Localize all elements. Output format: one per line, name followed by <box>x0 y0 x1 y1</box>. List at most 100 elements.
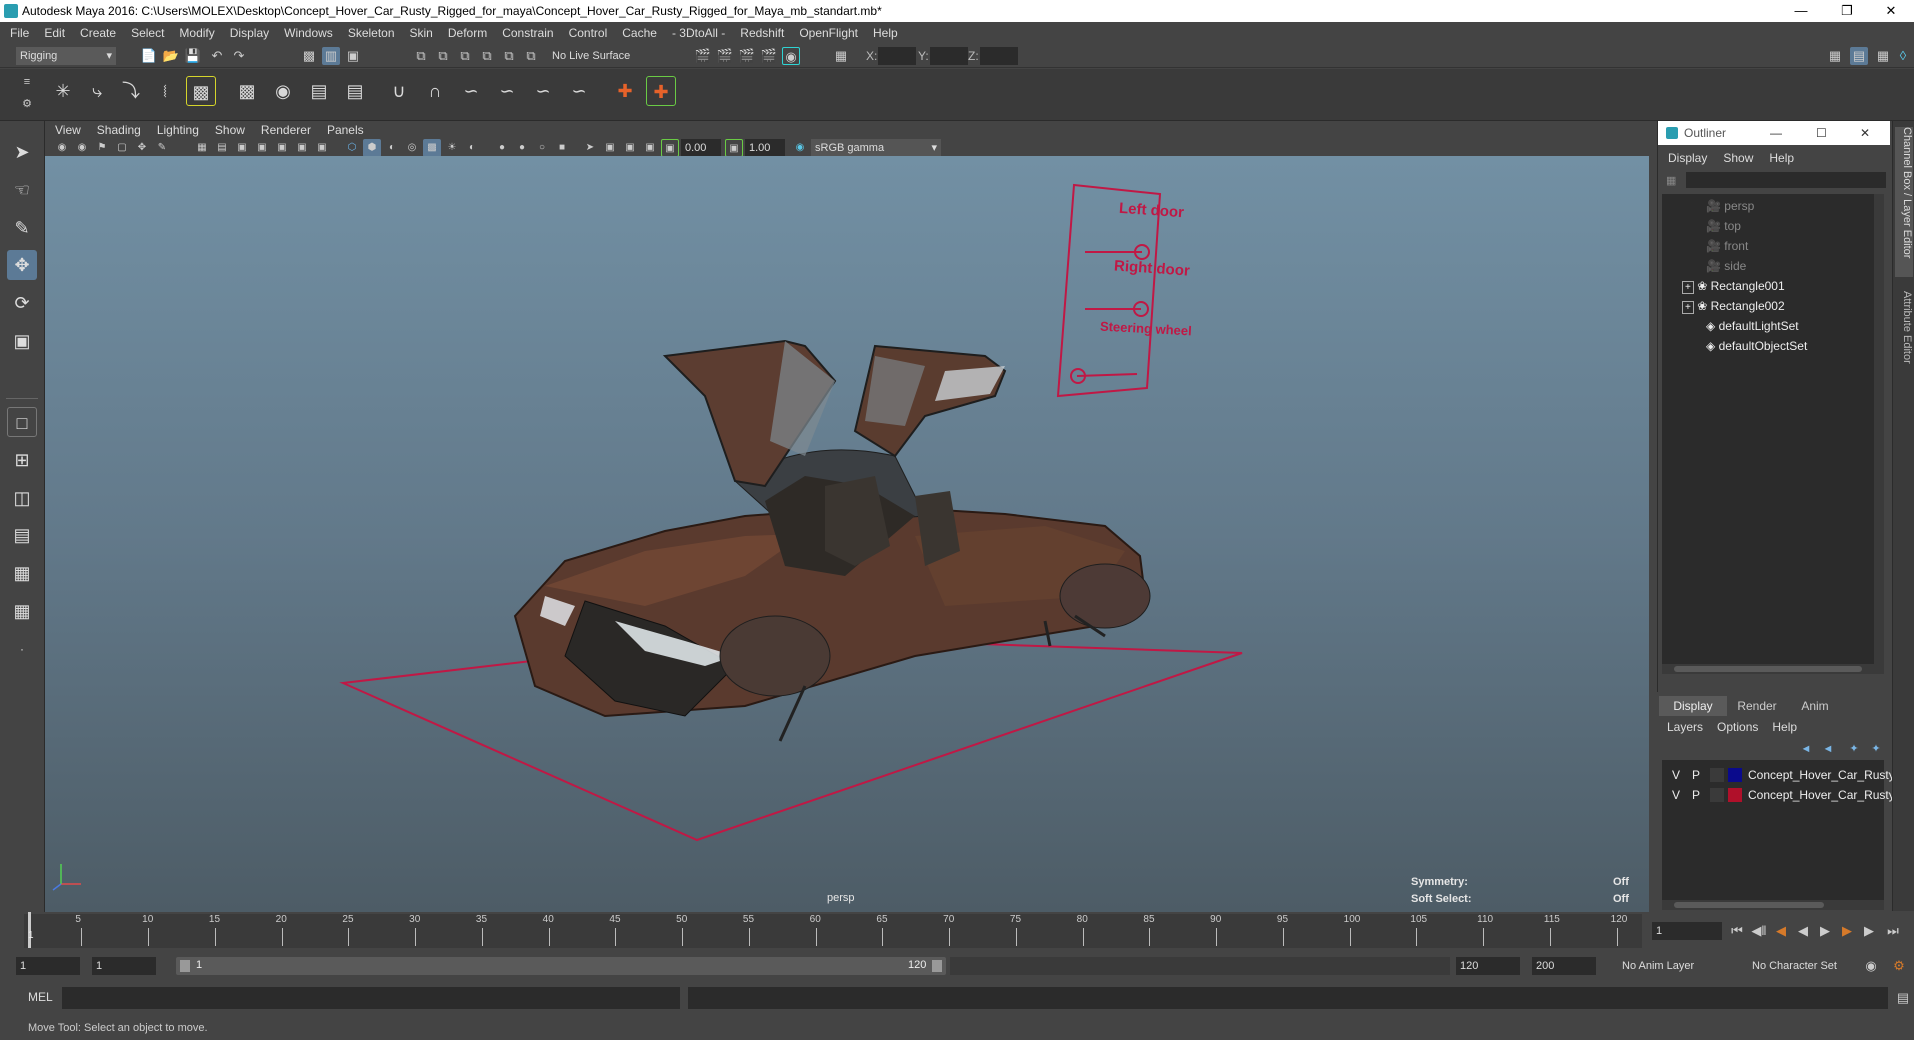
outliner-item-side[interactable]: 🎥 side <box>1706 256 1746 276</box>
bookmark-icon[interactable]: ⚑ <box>93 139 111 157</box>
shelf-settings-icon[interactable]: ⚙ <box>18 95 36 113</box>
insert-joint-icon[interactable]: ⧙ <box>150 76 180 106</box>
layer-row[interactable]: V P Concept_Hover_Car_Rusty_ <box>1662 786 1901 806</box>
outliner-close-button[interactable]: ✕ <box>1860 121 1870 145</box>
outliner-menu-show[interactable]: Show <box>1723 151 1753 165</box>
playback-start-field[interactable]: 1 <box>92 957 156 975</box>
safe-action-icon[interactable]: ▣ <box>293 139 311 157</box>
aim-constraint-icon[interactable]: ∩ <box>420 76 450 106</box>
hypershade-icon[interactable]: 🎬 <box>760 47 778 65</box>
layer-playback-toggle[interactable]: P <box>1692 768 1700 782</box>
menu-openflight[interactable]: OpenFlight <box>799 26 858 40</box>
resolution-gate-icon[interactable]: ▣ <box>233 139 251 157</box>
expand-icon[interactable]: + <box>1682 281 1694 294</box>
bind-skin-icon[interactable]: ▩ <box>186 76 216 106</box>
animation-start-field[interactable]: 1 <box>16 957 80 975</box>
xform-icon[interactable]: ▦ <box>832 47 850 65</box>
outliner-item-persp[interactable]: 🎥 persp <box>1706 196 1754 216</box>
cluster-icon[interactable]: ▩ <box>232 76 262 106</box>
ik-spline-icon[interactable]: ⤵ <box>116 76 146 106</box>
modeling-toolkit-icon[interactable]: ▦ <box>1826 47 1844 65</box>
auto-key-icon[interactable]: ◉ <box>1862 957 1880 975</box>
x-field[interactable] <box>878 47 916 65</box>
open-scene-icon[interactable]: 📂 <box>162 47 180 65</box>
menu-display[interactable]: Display <box>230 26 269 40</box>
outliner-item-front[interactable]: 🎥 front <box>1706 236 1748 256</box>
save-scene-icon[interactable]: 💾 <box>184 47 202 65</box>
undo-icon[interactable]: ↶ <box>208 47 226 65</box>
snap-point-icon[interactable]: ⧉ <box>456 47 474 65</box>
go-to-start-icon[interactable]: ⏮ <box>1728 922 1746 940</box>
step-back-frame-icon[interactable]: ◀ <box>1772 922 1790 940</box>
outliner-hscrollbar[interactable] <box>1662 664 1884 674</box>
layers-icon[interactable]: ◊ <box>1894 47 1912 65</box>
menu-edit[interactable]: Edit <box>44 26 65 40</box>
camera-attributes-icon[interactable]: ◉ <box>73 139 91 157</box>
select-hierarchy-icon[interactable]: ▩ <box>300 47 318 65</box>
step-forward-frame-icon[interactable]: ▶ <box>1838 922 1856 940</box>
orient-constraint-icon[interactable]: ∽ <box>456 76 486 106</box>
layer-state-toggle[interactable] <box>1710 788 1724 802</box>
xray-active-icon[interactable]: ▣ <box>621 139 639 157</box>
range-end-handle[interactable] <box>932 960 942 972</box>
tab-display[interactable]: Display <box>1659 696 1727 716</box>
outliner-search-input[interactable] <box>1686 172 1886 188</box>
snap-live-icon[interactable]: ⧉ <box>522 47 540 65</box>
play-forwards-icon[interactable]: ▶ <box>1816 922 1834 940</box>
2d-pan-icon[interactable]: ✥ <box>133 139 151 157</box>
step-forward-key-icon[interactable]: ▶ <box>1860 922 1878 940</box>
set-driven-key-icon[interactable]: ✚ <box>646 76 676 106</box>
snap-surface-icon[interactable]: ⧉ <box>500 47 518 65</box>
scale-tool-icon[interactable]: ▣ <box>7 326 37 356</box>
layer-playback-toggle[interactable]: P <box>1692 788 1700 802</box>
tab-anim[interactable]: Anim <box>1787 696 1843 716</box>
script-editor-icon[interactable]: ▤ <box>1894 989 1912 1007</box>
attribute-editor-toggle-icon[interactable]: ▦ <box>1874 47 1892 65</box>
ambient-occlusion-icon[interactable]: ● <box>493 139 511 157</box>
snap-view-icon[interactable]: ⧉ <box>478 47 496 65</box>
menu-skeleton[interactable]: Skeleton <box>348 26 395 40</box>
smooth-shade-icon[interactable]: ⬢ <box>363 139 381 157</box>
pole-vector-icon[interactable]: ∽ <box>564 76 594 106</box>
menu-control[interactable]: Control <box>569 26 608 40</box>
xray-icon[interactable]: ◎ <box>403 139 421 157</box>
new-empty-layer-icon[interactable]: ✦ <box>1845 740 1863 758</box>
parent-constraint-icon[interactable]: ∽ <box>528 76 558 106</box>
menu-create[interactable]: Create <box>80 26 116 40</box>
render-view-icon[interactable]: ◉ <box>782 47 800 65</box>
animation-preferences-icon[interactable]: ⚙ <box>1890 957 1908 975</box>
animation-end-field[interactable]: 200 <box>1532 957 1596 975</box>
redo-icon[interactable]: ↷ <box>230 47 248 65</box>
outliner-hscroll-thumb[interactable] <box>1674 666 1862 672</box>
layer-menu-help[interactable]: Help <box>1772 720 1797 734</box>
channel-box-toggle-icon[interactable]: ▤ <box>1850 47 1868 65</box>
layout-four-icon[interactable]: ⊞ <box>7 445 37 475</box>
layer-color-swatch[interactable] <box>1728 788 1742 802</box>
panel-menu-shading[interactable]: Shading <box>97 123 141 137</box>
camera-select-icon[interactable]: ◉ <box>53 139 71 157</box>
layout-single-icon[interactable]: □ <box>7 407 37 437</box>
lattice-icon[interactable]: ◉ <box>268 76 298 106</box>
menu-modify[interactable]: Modify <box>179 26 214 40</box>
minimize-button[interactable]: — <box>1778 0 1824 22</box>
mel-label[interactable]: MEL <box>28 990 53 1004</box>
safe-title-icon[interactable]: ▣ <box>313 139 331 157</box>
menu-redshift[interactable]: Redshift <box>740 26 784 40</box>
shelf-menu-icon[interactable]: ≡ <box>18 73 36 91</box>
layer-name[interactable]: Concept_Hover_Car_Rusty_ <box>1748 768 1901 782</box>
outliner-item-rectangle001[interactable]: + ❀ Rectangle001 <box>1682 276 1785 296</box>
grid-toggle-icon[interactable]: ▦ <box>193 139 211 157</box>
outliner-item-defaultlightset[interactable]: ◈ defaultLightSet <box>1706 316 1799 336</box>
outliner-item-top[interactable]: 🎥 top <box>1706 216 1741 236</box>
menu-cache[interactable]: Cache <box>622 26 657 40</box>
view-transform-dropdown[interactable]: sRGB gamma ▾ <box>811 139 941 157</box>
layout-more-icon[interactable]: · <box>7 634 37 664</box>
attribute-editor-tab[interactable]: Attribute Editor <box>1895 291 1913 391</box>
panel-menu-show[interactable]: Show <box>215 123 245 137</box>
layout-graph-persp-icon[interactable]: ▦ <box>7 596 37 626</box>
close-button[interactable]: ✕ <box>1868 0 1914 22</box>
outliner-menu-help[interactable]: Help <box>1769 151 1794 165</box>
range-start-handle[interactable] <box>180 960 190 972</box>
scale-constraint-icon[interactable]: ∽ <box>492 76 522 106</box>
new-scene-icon[interactable]: 📄 <box>140 47 158 65</box>
